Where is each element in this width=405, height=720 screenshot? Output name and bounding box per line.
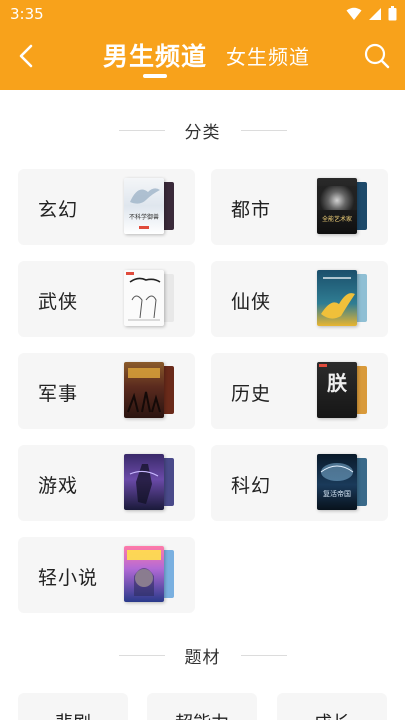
category-card-xuanhuan[interactable]: 玄幻 不科学御兽 bbox=[18, 169, 195, 245]
status-icons bbox=[346, 6, 397, 21]
status-bar: 3:35 bbox=[0, 0, 405, 28]
nav-bar: 男生频道 女生频道 bbox=[0, 28, 405, 90]
category-card-xianxia[interactable]: 仙侠 bbox=[211, 261, 388, 337]
book-cover-stack bbox=[124, 362, 176, 418]
book-cover bbox=[124, 270, 164, 326]
book-cover: 朕 bbox=[317, 362, 357, 418]
book-cover bbox=[124, 546, 164, 602]
theme-chip-chaonengli[interactable]: 超能力 bbox=[147, 693, 257, 720]
active-tab-indicator bbox=[143, 74, 167, 78]
back-button[interactable] bbox=[10, 40, 42, 72]
section-title-text: 题材 bbox=[184, 647, 221, 668]
category-card-wuxia[interactable]: 武侠 bbox=[18, 261, 195, 337]
section-title-text: 分类 bbox=[184, 122, 221, 143]
wifi-icon bbox=[346, 7, 362, 20]
section-title-category: 分类 bbox=[0, 118, 405, 143]
category-label: 武侠 bbox=[38, 291, 79, 313]
category-label: 玄幻 bbox=[38, 199, 79, 221]
signal-icon bbox=[369, 7, 381, 20]
book-cover bbox=[124, 362, 164, 418]
category-label: 轻小说 bbox=[38, 567, 99, 589]
channel-page: 3:35 男生频道 女生频道 分类 玄幻 不科学御兽 都市 全能艺术家 武侠 仙… bbox=[0, 0, 405, 720]
sketch-illustration-icon bbox=[128, 277, 161, 321]
chevron-left-icon bbox=[19, 44, 33, 68]
category-label: 科幻 bbox=[231, 475, 272, 497]
section-title-theme: 题材 bbox=[0, 643, 405, 668]
category-label: 军事 bbox=[38, 383, 79, 405]
book-cover-stack bbox=[124, 546, 176, 602]
tab-female-channel[interactable]: 女生频道 bbox=[226, 41, 310, 70]
book-cover-stack bbox=[317, 270, 369, 326]
book-cover-title: 朕 bbox=[327, 371, 347, 395]
divider bbox=[240, 129, 287, 131]
publisher-mark bbox=[319, 364, 327, 367]
theme-chip-label: 超能力 bbox=[147, 709, 257, 720]
category-label: 仙侠 bbox=[231, 291, 272, 313]
category-label: 历史 bbox=[231, 383, 272, 405]
book-cover: 全能艺术家 bbox=[317, 178, 357, 234]
book-cover bbox=[124, 454, 164, 510]
theme-chip-label: 成长 bbox=[277, 709, 387, 720]
theme-chip-chengzhang[interactable]: 成长 bbox=[277, 693, 387, 720]
category-card-qingxiaoshuo[interactable]: 轻小说 bbox=[18, 537, 195, 613]
book-cover-title: 全能艺术家 bbox=[321, 216, 352, 223]
divider bbox=[240, 654, 287, 656]
cover-art bbox=[317, 186, 357, 210]
search-icon bbox=[364, 43, 390, 69]
search-button[interactable] bbox=[363, 42, 391, 70]
book-cover-stack: 复活帝国 bbox=[317, 454, 369, 510]
category-card-lishi[interactable]: 历史 朕 bbox=[211, 353, 388, 429]
book-cover-stack bbox=[124, 454, 176, 510]
anime-girl-illustration-icon bbox=[134, 568, 154, 596]
book-cover: 不科学御兽 bbox=[124, 178, 164, 234]
divider bbox=[118, 129, 165, 131]
category-label: 游戏 bbox=[38, 475, 79, 497]
theme-chip-label: 悲剧 bbox=[18, 709, 128, 720]
battery-icon bbox=[388, 6, 397, 21]
phoenix-illustration-icon bbox=[321, 277, 355, 319]
publisher-mark bbox=[139, 226, 149, 229]
warrior-illustration-icon bbox=[129, 464, 159, 504]
category-card-junshi[interactable]: 军事 bbox=[18, 353, 195, 429]
book-cover-stack: 不科学御兽 bbox=[124, 178, 176, 234]
header: 3:35 男生频道 女生频道 bbox=[0, 0, 405, 90]
dragon-illustration-icon bbox=[130, 188, 160, 204]
book-cover-stack: 朕 bbox=[317, 362, 369, 418]
book-cover-title: 不科学御兽 bbox=[128, 214, 159, 221]
category-card-dushi[interactable]: 都市 全能艺术家 bbox=[211, 169, 388, 245]
soldiers-illustration-icon bbox=[127, 391, 161, 413]
tab-male-channel[interactable]: 男生频道 bbox=[103, 37, 207, 73]
status-time: 3:35 bbox=[10, 5, 44, 23]
theme-chip-beiju[interactable]: 悲剧 bbox=[18, 693, 128, 720]
category-card-youxi[interactable]: 游戏 bbox=[18, 445, 195, 521]
book-cover-stack: 全能艺术家 bbox=[317, 178, 369, 234]
category-label: 都市 bbox=[231, 199, 272, 221]
book-cover: 复活帝国 bbox=[317, 454, 357, 510]
book-cover bbox=[317, 270, 357, 326]
book-cover-title: 复活帝国 bbox=[323, 490, 351, 498]
category-card-kehuan[interactable]: 科幻 复活帝国 bbox=[211, 445, 388, 521]
book-cover-stack bbox=[124, 270, 176, 326]
divider bbox=[118, 654, 165, 656]
